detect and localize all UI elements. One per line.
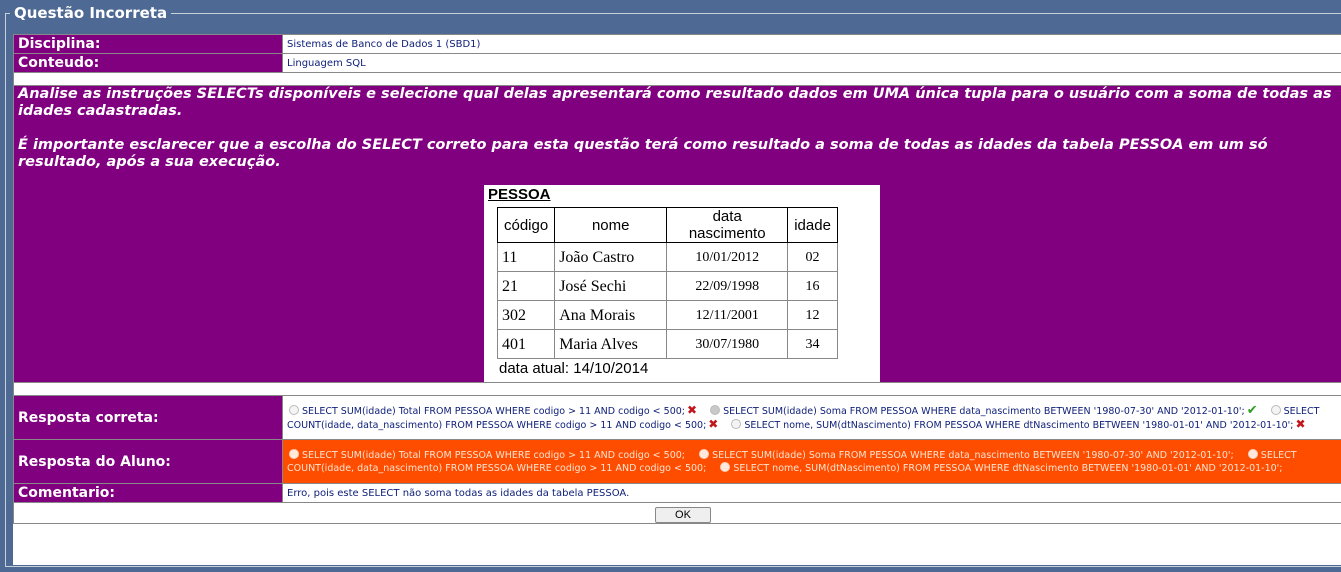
cell-idade: 16	[787, 271, 838, 301]
correct-answer-options: SELECT SUM(idade) Total FROM PESSOA WHER…	[282, 395, 1341, 440]
comentario-row: Comentario: Erro, pois este SELECT não s…	[13, 483, 1341, 503]
option-radio[interactable]	[1270, 404, 1281, 415]
cell-nome: Maria Alves	[554, 329, 668, 359]
table-row: 302 Ana Morais 12/11/2001 12	[496, 300, 838, 330]
cell-data: 10/01/2012	[666, 242, 789, 272]
cell-data: 30/07/1980	[666, 329, 789, 359]
option-radio[interactable]	[710, 404, 721, 415]
col-idade: idade	[787, 207, 838, 243]
col-nome: nome	[554, 207, 668, 243]
option-radio[interactable]	[720, 461, 731, 472]
question-status-legend: Questão Incorreta	[10, 4, 172, 22]
cell-idade: 12	[787, 300, 838, 330]
option-text: SELECT nome, SUM(dtNascimento) FROM PESS…	[733, 462, 1283, 474]
comentario-value: Erro, pois este SELECT não soma todas as…	[282, 483, 1341, 503]
col-data-nascimento: data nascimento	[666, 207, 789, 243]
statement-paragraph-2: É importante esclarecer que a escolha do…	[18, 137, 1268, 170]
cell-nome: José Sechi	[554, 271, 668, 301]
question-table: Disciplina: Sistemas de Banco de Dados 1…	[13, 34, 1341, 524]
col-codigo: código	[496, 207, 556, 243]
table-row: 21 José Sechi 22/09/1998 16	[496, 271, 838, 301]
wrong-x-icon: ✖	[708, 416, 719, 431]
resposta-correta-row: Resposta correta: SELECT SUM(idade) Tota…	[13, 395, 1341, 440]
conteudo-value: Linguagem SQL	[282, 53, 1341, 73]
option-radio[interactable]	[289, 448, 299, 459]
option-radio[interactable]	[731, 418, 742, 429]
option-text: SELECT SUM(idade) Soma FROM PESSOA WHERE…	[712, 449, 1234, 461]
disciplina-value: Sistemas de Banco de Dados 1 (SBD1)	[282, 34, 1341, 54]
ok-button[interactable]: OK	[655, 507, 711, 523]
option-radio[interactable]	[289, 404, 299, 415]
statement-row: Analise as instruções SELECTs disponívei…	[13, 85, 1341, 383]
correct-check-icon: ✔	[1246, 402, 1258, 418]
cell-data: 12/11/2001	[666, 300, 789, 330]
figure-title: PESSOA	[488, 186, 551, 203]
option-radio[interactable]	[699, 448, 710, 459]
wrong-x-icon: ✖	[1295, 416, 1306, 431]
cell-idade: 02	[787, 242, 838, 272]
option-radio[interactable]	[1247, 448, 1258, 459]
comentario-label: Comentario:	[13, 483, 283, 503]
disciplina-row: Disciplina: Sistemas de Banco de Dados 1…	[13, 34, 1341, 54]
student-answer-options: SELECT SUM(idade) Total FROM PESSOA WHER…	[282, 439, 1341, 484]
resposta-aluno-label: Resposta do Aluno:	[13, 439, 283, 484]
option-text: SELECT nome, SUM(dtNascimento) FROM PESS…	[744, 419, 1294, 431]
cell-codigo: 302	[496, 300, 556, 330]
footer-row: OK	[13, 502, 1341, 524]
cell-codigo: 21	[496, 271, 556, 301]
table-row: 11 João Castro 10/01/2012 02	[496, 242, 838, 272]
cell-idade: 34	[787, 329, 838, 359]
disciplina-label: Disciplina:	[13, 34, 283, 54]
conteudo-row: Conteudo: Linguagem SQL	[13, 53, 1341, 73]
conteudo-label: Conteudo:	[13, 53, 283, 73]
wrong-x-icon: ✖	[687, 402, 698, 417]
resposta-correta-label: Resposta correta:	[13, 395, 283, 440]
cell-codigo: 401	[496, 329, 556, 359]
question-panel: Disciplina: Sistemas de Banco de Dados 1…	[13, 34, 1341, 565]
statement-paragraph-1: Analise as instruções SELECTs disponívei…	[18, 86, 1332, 119]
option-text: SELECT SUM(idade) Total FROM PESSOA WHER…	[302, 405, 685, 417]
cell-nome: João Castro	[554, 242, 668, 272]
option-text: SELECT SUM(idade) Soma FROM PESSOA WHERE…	[723, 405, 1245, 417]
pessoa-header-row: código nome data nascimento idade	[496, 207, 838, 243]
current-date-caption: data atual: 14/10/2014	[499, 360, 649, 377]
question-statement: Analise as instruções SELECTs disponívei…	[13, 85, 1341, 383]
pessoa-table: código nome data nascimento idade 11 Joã…	[496, 207, 838, 359]
option-text: SELECT SUM(idade) Total FROM PESSOA WHER…	[302, 449, 685, 461]
resposta-aluno-row: Resposta do Aluno: SELECT SUM(idade) Tot…	[13, 439, 1341, 484]
cell-nome: Ana Morais	[554, 300, 668, 330]
cell-codigo: 11	[496, 242, 556, 272]
cell-data: 22/09/1998	[666, 271, 789, 301]
spacer-row	[13, 382, 1341, 396]
spacer-row	[13, 72, 1341, 86]
table-row: 401 Maria Alves 30/07/1980 34	[496, 329, 838, 359]
pessoa-table-figure: PESSOA código nome data nascimento idade…	[484, 185, 880, 382]
